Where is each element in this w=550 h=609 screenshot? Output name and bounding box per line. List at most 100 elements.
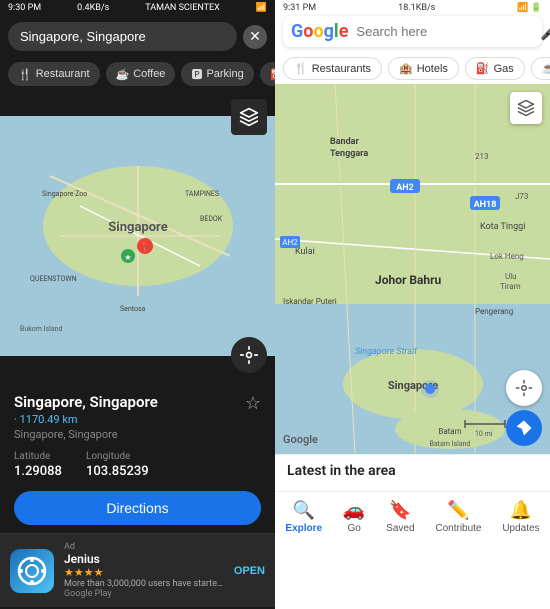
ad-description: More than 3,000,000 users have started t… <box>64 579 224 589</box>
svg-text:Batam Island: Batam Island <box>430 440 471 448</box>
place-distance: · 1170.49 km <box>14 413 158 426</box>
coff-icon: ☕ <box>542 62 550 75</box>
nav-go[interactable]: 🚗 Go <box>337 498 371 536</box>
mic-button[interactable]: 🎤 <box>540 22 550 42</box>
nav-contribute[interactable]: ✏️ Contribute <box>429 498 487 536</box>
chip-parking-label: Parking <box>206 68 243 80</box>
chip-coff[interactable]: ☕ Coff <box>531 57 550 80</box>
left-time: 9:30 PM <box>8 3 41 13</box>
svg-text:Kota Tinggi: Kota Tinggi <box>480 222 525 232</box>
svg-text:J73: J73 <box>515 192 528 201</box>
saved-icon: 🔖 <box>389 500 411 521</box>
ad-source: Google Play <box>64 589 224 599</box>
svg-text:Singapore Zoo: Singapore Zoo <box>42 190 87 198</box>
ad-title: Jenius <box>64 552 224 566</box>
right-search-bar: Google 🎤 <box>283 16 542 47</box>
svg-text:10 mi: 10 mi <box>475 430 493 438</box>
chip-coffee[interactable]: ☕ Coffee <box>106 62 176 86</box>
longitude-block: Longitude 103.85239 <box>86 451 149 479</box>
explore-icon: 🔍 <box>293 500 315 521</box>
left-map[interactable]: Singapore 📍 ★ Singapore Zoo Sentosa BEDO… <box>0 91 275 381</box>
right-signal-icons: 📶 🔋 <box>517 3 542 13</box>
chip-coffee-label: Coffee <box>133 68 165 80</box>
left-layers-button[interactable] <box>231 99 267 135</box>
right-time: 9:31 PM <box>283 3 316 13</box>
svg-text:Tiram: Tiram <box>500 282 521 291</box>
contribute-icon: ✏️ <box>447 500 469 521</box>
go-label: Go <box>347 523 360 534</box>
latitude-value: 1.29088 <box>14 464 62 479</box>
svg-text:📍: 📍 <box>139 241 150 253</box>
google-logo: Google <box>291 21 348 42</box>
ad-stars: ★★★★ <box>64 566 224 579</box>
updates-icon: 🔔 <box>510 500 532 521</box>
left-location-button[interactable] <box>231 337 267 373</box>
place-name: Singapore, Singapore <box>14 393 158 411</box>
svg-text:Kulai: Kulai <box>295 247 315 257</box>
coffee-icon: ☕ <box>116 68 130 81</box>
latest-section: Latest in the area <box>275 454 550 491</box>
explore-label: Explore <box>285 523 322 534</box>
left-status-bar: 9:30 PM 0.4KB/s TAMAN SCIENTEX 📶 <box>0 0 275 16</box>
place-info: Singapore, Singapore · 1170.49 km Singap… <box>14 393 158 441</box>
hotels-icon: 🏨 <box>399 62 413 75</box>
restaurants-icon: 🍴 <box>294 62 308 75</box>
right-layers-button[interactable] <box>510 92 542 124</box>
longitude-value: 103.85239 <box>86 464 149 479</box>
svg-text:TAMPINES: TAMPINES <box>185 190 219 198</box>
chip-restaurants-label: Restaurants <box>312 63 371 75</box>
chip-parking[interactable]: 🅿 Parking <box>181 62 253 86</box>
ad-content: Ad Jenius ★★★★ More than 3,000,000 users… <box>64 542 224 599</box>
right-map[interactable]: AH2 AH18 Bandar Tenggara 213 J73 Kota Ti… <box>275 84 550 454</box>
right-location-button[interactable] <box>506 370 542 406</box>
chip-restaurant-label: Restaurant <box>36 68 90 80</box>
chip-hotels[interactable]: 🏨 Hotels <box>388 57 459 80</box>
chip-restaurants[interactable]: 🍴 Restaurants <box>283 57 382 80</box>
latest-title: Latest in the area <box>287 463 538 479</box>
left-close-button[interactable]: ✕ <box>243 25 267 49</box>
svg-text:Bandar: Bandar <box>330 137 359 147</box>
nav-saved[interactable]: 🔖 Saved <box>380 498 420 536</box>
right-search-input[interactable] <box>356 24 532 39</box>
chip-gas-right-label: Gas <box>494 63 514 75</box>
chip-gas[interactable]: ⛽ Gas <box>260 62 275 86</box>
nav-explore[interactable]: 🔍 Explore <box>279 498 328 536</box>
svg-text:Singapore: Singapore <box>108 220 167 235</box>
svg-text:Iskandar Puteri: Iskandar Puteri <box>283 297 337 306</box>
chip-hotels-label: Hotels <box>417 63 448 75</box>
right-navigate-button[interactable] <box>506 410 542 446</box>
left-location-label: TAMAN SCIENTEX <box>145 3 220 13</box>
save-place-button[interactable]: ☆ <box>245 393 261 414</box>
chip-restaurant[interactable]: 🍴 Restaurant <box>8 62 100 86</box>
svg-text:AH2: AH2 <box>282 238 298 247</box>
svg-text:213: 213 <box>475 152 489 161</box>
bottom-navigation: 🔍 Explore 🚗 Go 🔖 Saved ✏️ Contribute 🔔 U… <box>275 491 550 544</box>
left-search-input[interactable] <box>8 22 237 51</box>
google-watermark: Google <box>283 433 318 446</box>
chip-gas-right[interactable]: ⛽ Gas <box>465 57 525 80</box>
svg-text:BEDOK: BEDOK <box>200 215 223 223</box>
svg-text:Bukom Island: Bukom Island <box>20 325 63 333</box>
info-header: Singapore, Singapore · 1170.49 km Singap… <box>14 393 261 441</box>
parking-icon: 🅿 <box>191 66 202 82</box>
svg-text:Singapore Strait: Singapore Strait <box>355 347 417 357</box>
coordinates-row: Latitude 1.29088 Longitude 103.85239 <box>14 451 261 479</box>
gas-right-icon: ⛽ <box>476 62 490 75</box>
ad-open-button[interactable]: OPEN <box>234 565 265 577</box>
left-info-panel: Singapore, Singapore · 1170.49 km Singap… <box>0 381 275 533</box>
svg-text:★: ★ <box>124 253 131 262</box>
left-panel: 9:30 PM 0.4KB/s TAMAN SCIENTEX 📶 ✕ 🍴 Res… <box>0 0 275 609</box>
updates-label: Updates <box>502 523 539 534</box>
nav-updates[interactable]: 🔔 Updates <box>496 498 545 536</box>
latitude-block: Latitude 1.29088 <box>14 451 62 479</box>
svg-text:Batam: Batam <box>438 427 461 436</box>
latitude-label: Latitude <box>14 451 62 462</box>
left-info: 0.4KB/s <box>77 3 109 13</box>
svg-text:Johor Bahru: Johor Bahru <box>375 273 442 287</box>
ad-banner: Ad Jenius ★★★★ More than 3,000,000 users… <box>0 533 275 607</box>
saved-label: Saved <box>386 523 414 534</box>
svg-text:Sentosa: Sentosa <box>120 305 146 313</box>
left-signal-icons: 📶 <box>256 3 267 13</box>
directions-button[interactable]: Directions <box>14 491 261 525</box>
restaurant-icon: 🍴 <box>18 68 32 81</box>
